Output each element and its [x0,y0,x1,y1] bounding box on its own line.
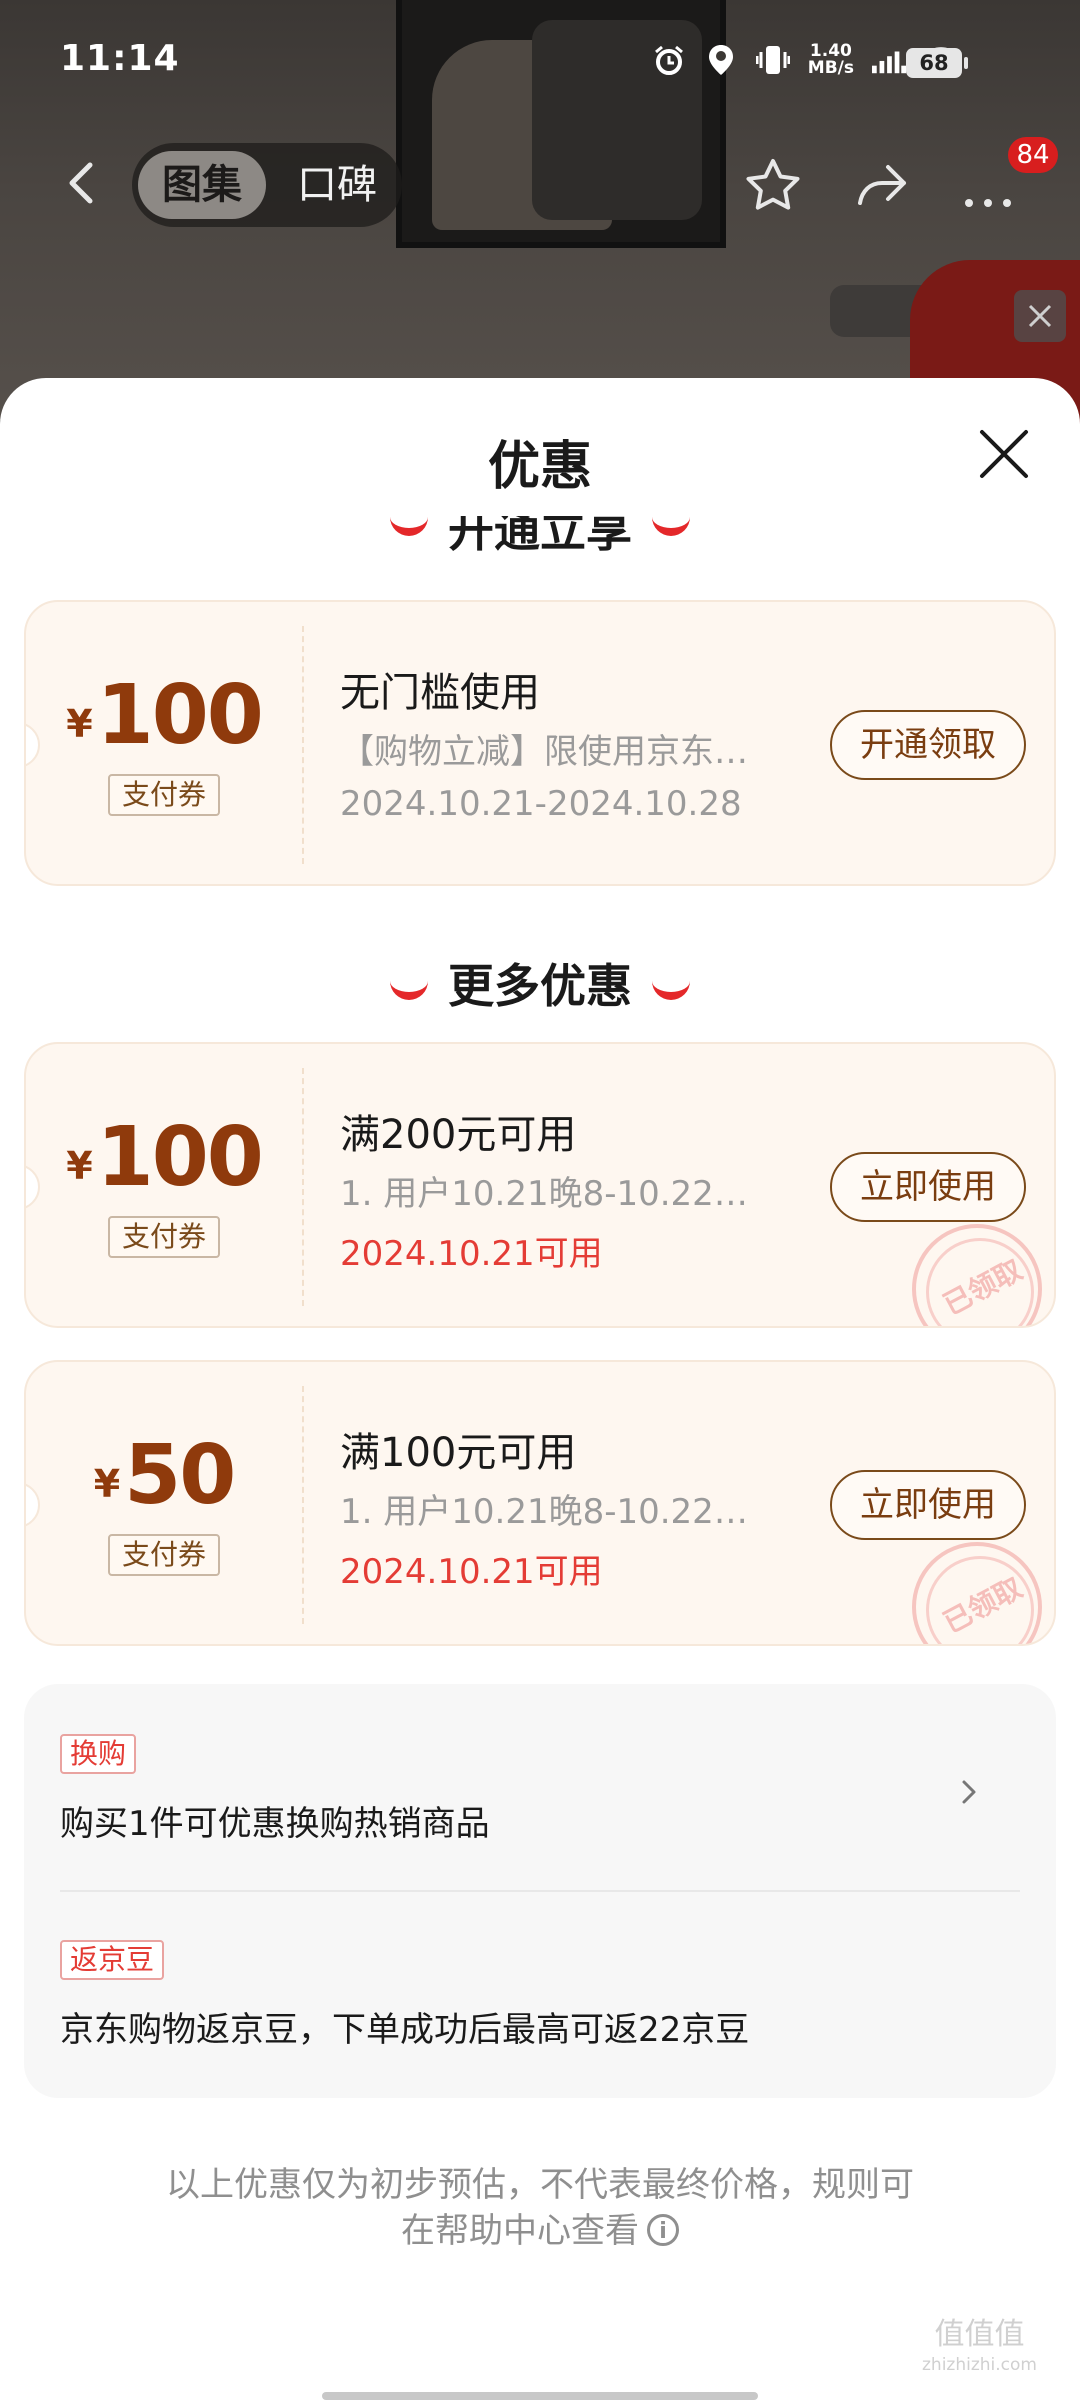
favorite-star-icon[interactable] [740,153,806,219]
discount-sheet: 优惠 开通立享 ¥100 支付券 无门槛使用 【购物立减】限使用京东支付 202… [0,378,1080,2408]
coupon-description: 【购物立减】限使用京东支付 [340,732,780,772]
coupon-card: ¥100 支付券 满200元可用 1. 用户10.21晚8-10.22可用 20… [24,1042,1056,1328]
info-icon[interactable] [647,2209,679,2255]
share-icon[interactable] [848,153,914,219]
home-indicator[interactable] [322,2392,758,2400]
floating-close-icon[interactable] [1014,290,1066,342]
claimed-stamp: 已领取 [912,1542,1042,1644]
location-icon [704,43,738,77]
back-arrow-icon[interactable] [52,153,112,213]
perk-text: 京东购物返京豆，下单成功后最高可返22京豆 [60,2010,750,2050]
alarm-icon [652,43,686,77]
coupon-title: 无门槛使用 [340,670,540,716]
coupon-amount: ¥100 [66,1110,264,1205]
vibrate-icon [755,43,790,77]
coupon-card: ¥100 支付券 无门槛使用 【购物立减】限使用京东支付 2024.10.21-… [24,600,1056,886]
coupon-validity: 2024.10.21-2024.10.28 [340,784,742,824]
perk-text: 购买1件可优惠换购热销商品 [60,1804,490,1844]
status-bar: 11:14 1.40 MB/s 68 [0,0,1080,120]
network-speed: 1.40 MB/s [807,41,854,78]
coupon-amount: ¥100 [66,668,264,763]
coupon-validity: 2024.10.21可用 [340,1234,603,1274]
status-time: 11:14 [60,38,180,79]
battery-indicator: 68 [906,48,968,78]
coupon-type-tag: 支付券 [107,774,220,816]
disclaimer-note: 以上优惠仅为初步预估，不代表最终价格，规则可 在帮助中心查看 [0,2162,1080,2255]
smile-decoration-icon [390,980,428,1000]
smile-decoration-icon [652,980,690,1000]
coupon-amount: ¥50 [93,1428,237,1523]
perks-box: 换购 购买1件可优惠换购热销商品 返京豆 京东购物返京豆，下单成功后最高可返22… [24,1684,1056,2098]
coupon-type-tag: 支付券 [107,1216,220,1258]
perk-trade-in-row[interactable]: 换购 购买1件可优惠换购热销商品 [24,1684,1056,1890]
smile-decoration-icon [390,516,428,536]
watermark: 值值值 zhizhizhi.com [922,2317,1037,2376]
top-navigation: 图集 口碑 84 [0,135,1080,235]
claimed-stamp: 已领取 [912,1224,1042,1326]
chevron-right-icon [956,1772,984,1812]
divider [60,1890,1020,1892]
coupon-title: 满100元可用 [340,1430,577,1476]
coupon-type-tag: 支付券 [107,1534,220,1576]
perk-badge: 返京豆 [60,1940,165,1980]
close-icon[interactable] [976,426,1032,482]
gallery-tabs: 图集 口碑 [132,143,402,227]
tab-reviews[interactable]: 口碑 [282,151,392,219]
sheet-title: 优惠 [487,437,592,497]
coupon-description: 1. 用户10.21晚8-10.22可用 [340,1174,780,1214]
coupon-title: 满200元可用 [340,1112,577,1158]
section-heading-more: 更多优惠 [0,950,1080,1016]
use-now-button[interactable]: 立即使用 [830,1152,1026,1222]
perk-badge: 换购 [60,1734,137,1774]
open-claim-button[interactable]: 开通领取 [830,710,1026,780]
coupon-card: ¥50 支付券 满100元可用 1. 用户10.21晚8-10.22可用 202… [24,1360,1056,1646]
coupon-validity: 2024.10.21可用 [340,1552,603,1592]
coupon-description: 1. 用户10.21晚8-10.22可用 [340,1492,780,1532]
signal-icon [872,43,906,77]
use-now-button[interactable]: 立即使用 [830,1470,1026,1540]
smile-decoration-icon [652,516,690,536]
notification-badge: 84 [1008,137,1058,173]
section-heading-open: 开通立享 [0,516,1080,556]
tab-gallery[interactable]: 图集 [138,151,266,219]
